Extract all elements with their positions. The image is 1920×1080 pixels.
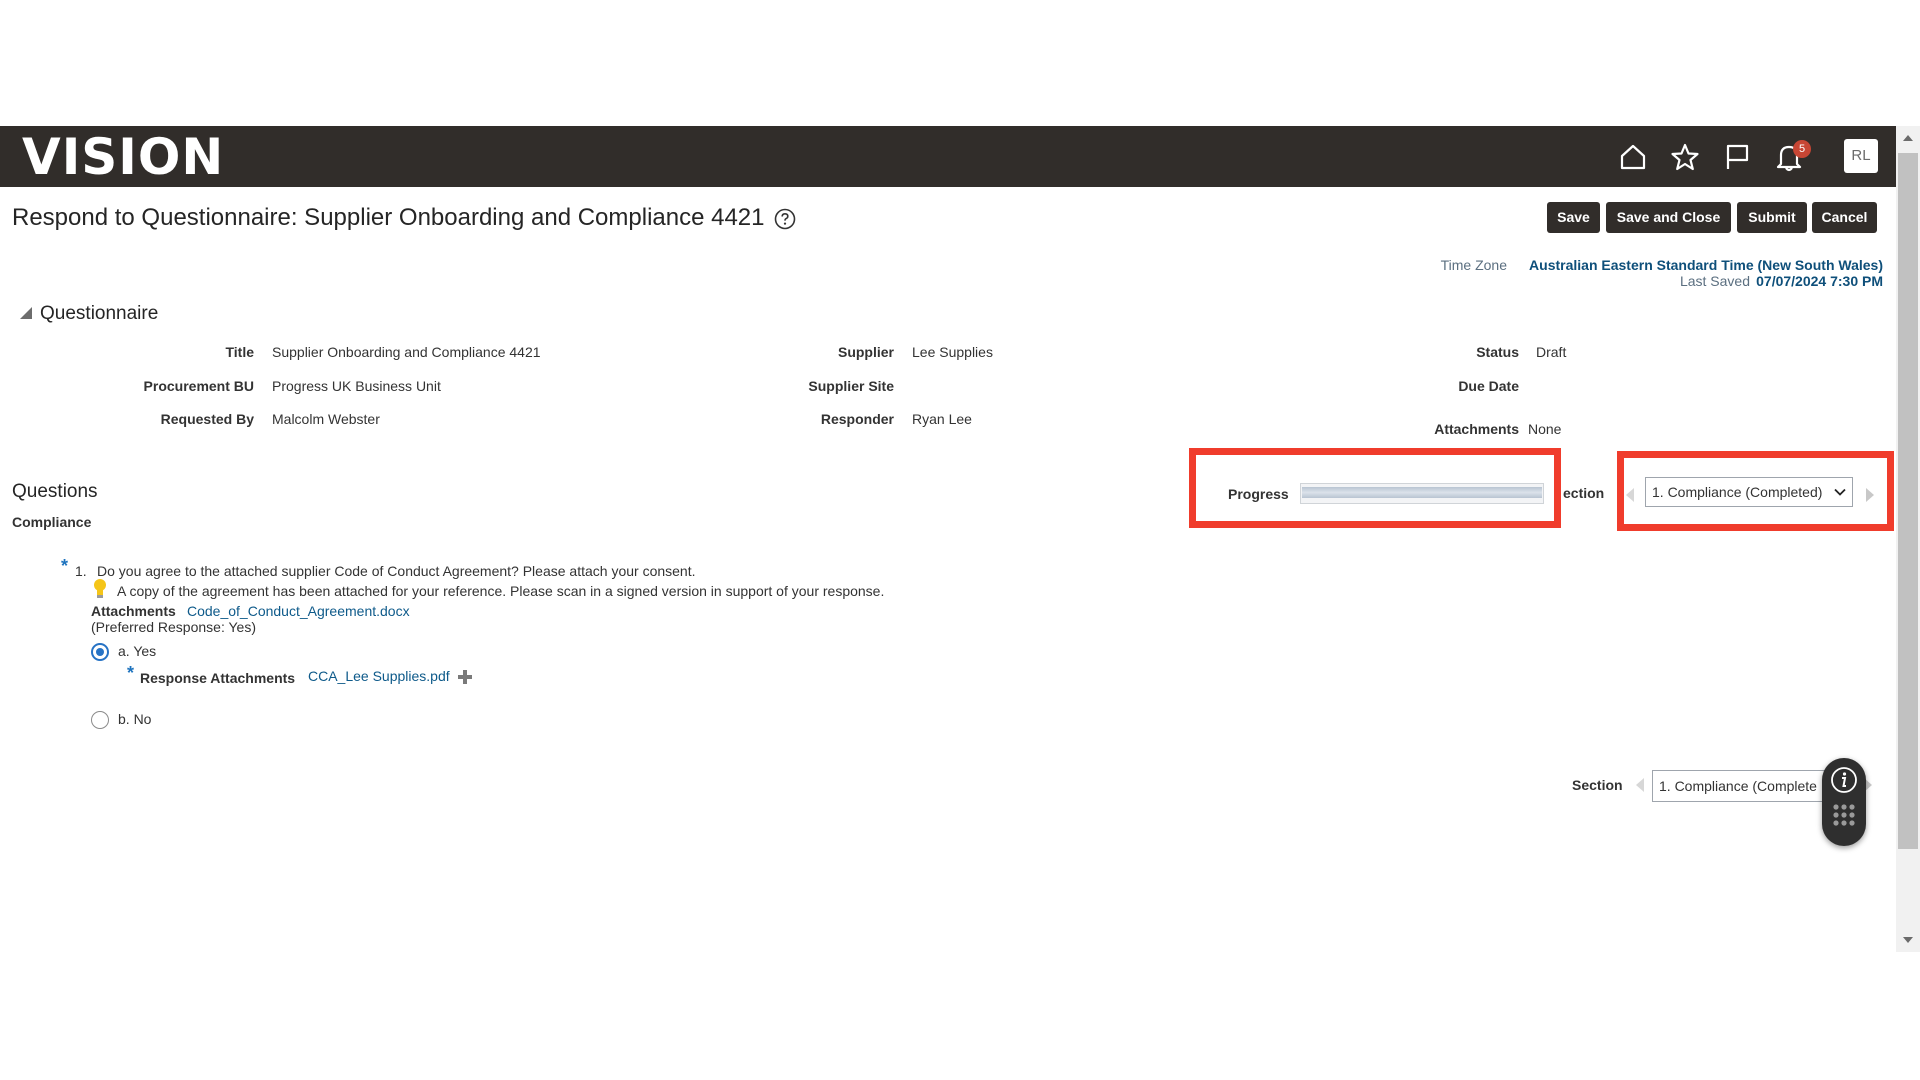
question-hint: A copy of the agreement has been attache… xyxy=(117,583,885,599)
requested-by-value: Malcolm Webster xyxy=(272,411,380,427)
scroll-up-icon[interactable] xyxy=(1903,135,1913,141)
supplier-site-label: Supplier Site xyxy=(808,378,894,394)
previous-section-bottom-icon[interactable] xyxy=(1636,778,1644,792)
next-section-icon[interactable] xyxy=(1866,488,1874,502)
scrollbar-thumb[interactable] xyxy=(1898,153,1918,849)
progress-bar xyxy=(1300,483,1544,504)
info-icon[interactable] xyxy=(1829,765,1859,795)
add-attachment-icon[interactable] xyxy=(457,669,473,685)
collapse-triangle-icon[interactable] xyxy=(20,307,32,319)
required-marker-response: * xyxy=(127,663,135,683)
notification-badge: 5 xyxy=(1793,140,1811,158)
timezone-label: Time Zone xyxy=(1440,257,1507,273)
user-avatar[interactable]: RL xyxy=(1844,139,1878,173)
section-select[interactable]: 1. Compliance (Completed) xyxy=(1645,477,1853,507)
star-icon[interactable] xyxy=(1670,142,1700,172)
save-button[interactable]: Save xyxy=(1547,202,1600,233)
timezone-value[interactable]: Australian Eastern Standard Time (New So… xyxy=(1529,257,1883,273)
home-icon[interactable] xyxy=(1618,142,1648,172)
attachments-value: None xyxy=(1528,421,1562,437)
last-saved-label: Last Saved xyxy=(1679,273,1750,289)
status-label: Status xyxy=(1476,344,1519,360)
attachments-label: Attachments xyxy=(1434,421,1519,437)
attachment-link[interactable]: Code_of_Conduct_Agreement.docx xyxy=(187,603,410,619)
title-label: Title xyxy=(225,344,254,360)
status-value: Draft xyxy=(1536,344,1567,360)
response-attachment-link[interactable]: CCA_Lee Supplies.pdf xyxy=(308,668,450,684)
lightbulb-icon xyxy=(92,578,108,600)
last-saved-value: 07/07/2024 7:30 PM xyxy=(1756,273,1883,289)
procurement-bu-label: Procurement BU xyxy=(143,378,254,394)
question-number: 1. xyxy=(75,563,87,579)
section-label-bottom: Section xyxy=(1572,777,1623,793)
procurement-bu-value: Progress UK Business Unit xyxy=(272,378,441,394)
responder-label: Responder xyxy=(820,411,894,427)
help-icon[interactable] xyxy=(773,207,797,231)
title-value: Supplier Onboarding and Compliance 4421 xyxy=(272,344,541,360)
section-title: Compliance xyxy=(12,514,92,530)
question-text: Do you agree to the attached supplier Co… xyxy=(97,563,696,579)
page-title: Respond to Questionnaire: Supplier Onboa… xyxy=(12,204,765,231)
progress-label: Progress xyxy=(1228,486,1289,502)
due-date-label: Due Date xyxy=(1458,378,1519,394)
response-attachments-label: Response Attachments xyxy=(140,670,296,686)
section-select-value: 1. Compliance (Completed) xyxy=(1652,484,1823,500)
questions-heading: Questions xyxy=(12,481,98,502)
scroll-down-icon[interactable] xyxy=(1903,937,1913,943)
questionnaire-heading: Questionnaire xyxy=(40,303,159,324)
option-yes-radio[interactable] xyxy=(91,643,109,661)
global-header: VISION 5 RL xyxy=(0,126,1896,187)
supplier-label: Supplier xyxy=(837,344,894,360)
submit-button[interactable]: Submit xyxy=(1737,202,1807,233)
chevron-down-icon[interactable] xyxy=(1832,484,1848,500)
question-attachments-label: Attachments xyxy=(91,603,176,619)
option-no-label[interactable]: b. No xyxy=(118,711,151,727)
responder-value: Ryan Lee xyxy=(912,411,972,427)
option-no-radio[interactable] xyxy=(91,711,109,729)
section-select-bottom-value: 1. Compliance (Complete xyxy=(1659,778,1817,794)
keypad-icon[interactable] xyxy=(1832,803,1856,833)
section-select-bottom[interactable]: 1. Compliance (Complete xyxy=(1652,770,1832,802)
requested-by-label: Requested By xyxy=(160,411,254,427)
progress-fill xyxy=(1302,487,1542,498)
required-marker: * xyxy=(61,556,69,576)
option-yes-label[interactable]: a. Yes xyxy=(118,643,156,659)
cancel-button[interactable]: Cancel xyxy=(1812,202,1877,233)
preferred-response: (Preferred Response: Yes) xyxy=(91,619,256,635)
save-and-close-button[interactable]: Save and Close xyxy=(1606,202,1731,233)
supplier-value: Lee Supplies xyxy=(912,344,993,360)
section-label-top: ection xyxy=(1563,485,1605,501)
help-widget[interactable] xyxy=(1822,758,1866,846)
vision-logo[interactable]: VISION xyxy=(22,132,224,182)
flag-icon[interactable] xyxy=(1722,142,1752,172)
